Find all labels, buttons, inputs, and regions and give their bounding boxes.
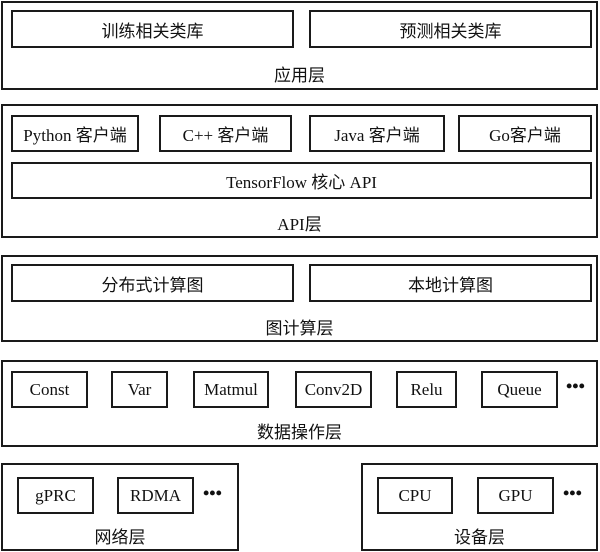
op-matmul-box: Matmul (193, 371, 269, 408)
op-relu-box: Relu (396, 371, 457, 408)
op-conv2d-box: Conv2D (295, 371, 372, 408)
application-layer: 训练相关类库 预测相关类库 应用层 (1, 1, 598, 90)
python-client-box: Python 客户端 (11, 115, 139, 152)
rdma-box: RDMA (117, 477, 194, 514)
more-ops-ellipsis: ••• (566, 376, 585, 396)
network-layer-label: 网络层 (94, 528, 146, 547)
network-layer: gPRC RDMA ••• 网络层 (1, 463, 239, 551)
more-network-ellipsis: ••• (203, 483, 222, 503)
device-layer: CPU GPU ••• 设备层 (361, 463, 598, 551)
tensorflow-core-api-box: TensorFlow 核心 API (11, 162, 592, 199)
data-ops-layer: Const Var Matmul Conv2D Relu Queue ••• 数… (1, 360, 598, 447)
api-layer-label: API层 (277, 215, 322, 234)
cpu-box: CPU (377, 477, 453, 514)
device-layer-label: 设备层 (454, 528, 505, 547)
graph-layer: 分布式计算图 本地计算图 图计算层 (1, 255, 598, 342)
application-layer-label: 应用层 (274, 66, 325, 85)
more-devices-ellipsis: ••• (563, 483, 582, 503)
go-client-box: Go客户端 (458, 115, 592, 152)
op-const-box: Const (11, 371, 88, 408)
data-ops-layer-label: 数据操作层 (257, 423, 342, 442)
op-queue-box: Queue (481, 371, 558, 408)
training-libraries-box: 训练相关类库 (11, 10, 294, 48)
distributed-graph-box: 分布式计算图 (11, 264, 294, 302)
cpp-client-box: C++ 客户端 (159, 115, 292, 152)
api-layer: Python 客户端 C++ 客户端 Java 客户端 Go客户端 Tensor… (1, 104, 598, 238)
local-graph-box: 本地计算图 (309, 264, 592, 302)
prediction-libraries-box: 预测相关类库 (309, 10, 592, 48)
op-var-box: Var (111, 371, 168, 408)
java-client-box: Java 客户端 (309, 115, 445, 152)
gpu-box: GPU (477, 477, 554, 514)
grpc-box: gPRC (17, 477, 94, 514)
graph-layer-label: 图计算层 (265, 319, 334, 338)
